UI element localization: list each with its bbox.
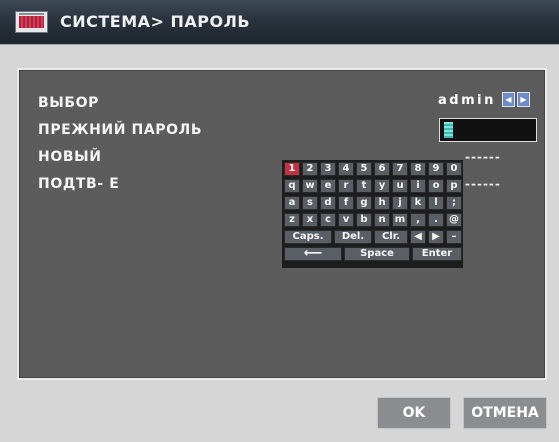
key-comma[interactable]: , xyxy=(410,213,426,227)
key-period[interactable]: . xyxy=(428,213,444,227)
key-5[interactable]: 5 xyxy=(356,162,372,176)
key-t[interactable]: t xyxy=(356,179,372,193)
key-6[interactable]: 6 xyxy=(374,162,390,176)
old-password-input[interactable] xyxy=(439,118,537,142)
select-label: ВЫБОР xyxy=(38,95,100,111)
key-a[interactable]: a xyxy=(284,196,300,210)
key-1[interactable]: 1 xyxy=(284,162,300,176)
enter-key[interactable]: Enter xyxy=(412,247,462,261)
key-e[interactable]: e xyxy=(320,179,336,193)
key-g[interactable]: g xyxy=(356,196,372,210)
key-r[interactable]: r xyxy=(338,179,354,193)
key-v[interactable]: v xyxy=(338,213,354,227)
key-f[interactable]: f xyxy=(338,196,354,210)
confirm-password-field[interactable]: ------ xyxy=(465,177,501,191)
page-title: СИСТЕМА> ПАРОЛЬ xyxy=(60,12,251,31)
key-8[interactable]: 8 xyxy=(410,162,426,176)
key-k[interactable]: k xyxy=(410,196,426,210)
right-arrow-icon[interactable]: ▶ xyxy=(517,92,530,107)
key-p[interactable]: p xyxy=(446,179,462,193)
key-b[interactable]: b xyxy=(356,213,372,227)
text-cursor xyxy=(444,122,453,138)
key-y[interactable]: y xyxy=(374,179,390,193)
new-password-label: НОВЫЙ xyxy=(38,149,102,165)
key-s[interactable]: s xyxy=(302,196,318,210)
key-0[interactable]: 0 xyxy=(446,162,462,176)
title-bar: СИСТЕМА> ПАРОЛЬ xyxy=(0,0,559,45)
old-password-label: ПРЕЖНИЙ ПАРОЛЬ xyxy=(38,122,203,138)
key-3[interactable]: 3 xyxy=(320,162,336,176)
key-semicolon[interactable]: ; xyxy=(446,196,462,210)
key-u[interactable]: u xyxy=(392,179,408,193)
key-at[interactable]: @ xyxy=(446,213,462,227)
cursor-right-key[interactable]: ▶ xyxy=(428,230,444,244)
key-z[interactable]: z xyxy=(284,213,300,227)
key-j[interactable]: j xyxy=(392,196,408,210)
key-n[interactable]: n xyxy=(374,213,390,227)
caps-key[interactable]: Caps. xyxy=(284,230,332,244)
key-9[interactable]: 9 xyxy=(428,162,444,176)
key-c[interactable]: c xyxy=(320,213,336,227)
user-select-value[interactable]: admin xyxy=(438,93,496,108)
left-arrow-icon[interactable]: ◀ xyxy=(502,92,515,107)
delete-key[interactable]: Del. xyxy=(334,230,372,244)
key-4[interactable]: 4 xyxy=(338,162,354,176)
dash-key[interactable]: – xyxy=(446,230,462,244)
key-d[interactable]: d xyxy=(320,196,336,210)
key-o[interactable]: o xyxy=(428,179,444,193)
key-i[interactable]: i xyxy=(410,179,426,193)
monitor-icon xyxy=(15,11,48,33)
key-h[interactable]: h xyxy=(374,196,390,210)
key-l[interactable]: l xyxy=(428,196,444,210)
space-key[interactable]: Space xyxy=(344,247,410,261)
key-m[interactable]: m xyxy=(392,213,408,227)
confirm-password-label: ПОДТВ- Е xyxy=(38,176,120,192)
virtual-keyboard: 1 2 3 4 5 6 7 8 9 0 q w e r t y u i o p … xyxy=(282,160,463,268)
cancel-button[interactable]: ОТМЕНА xyxy=(463,397,547,429)
key-x[interactable]: x xyxy=(302,213,318,227)
key-2[interactable]: 2 xyxy=(302,162,318,176)
key-7[interactable]: 7 xyxy=(392,162,408,176)
key-q[interactable]: q xyxy=(284,179,300,193)
key-w[interactable]: w xyxy=(302,179,318,193)
clear-key[interactable]: Clr. xyxy=(374,230,408,244)
ok-button[interactable]: OK xyxy=(377,397,451,429)
backspace-key[interactable]: ⟵ xyxy=(284,247,342,261)
cursor-left-key[interactable]: ◀ xyxy=(410,230,426,244)
new-password-field[interactable]: ------ xyxy=(465,150,501,164)
